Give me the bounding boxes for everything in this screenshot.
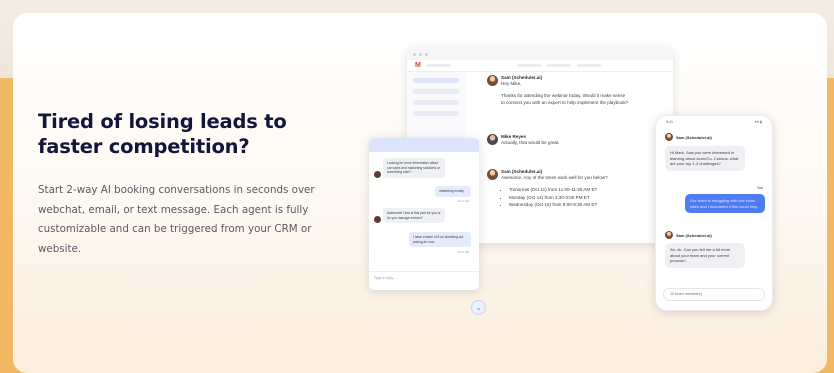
avatar bbox=[665, 231, 673, 239]
sms-preview-phone: 9:41 ●● ▮ Sam (Scheduler.ai) Hi Mark, Sa… bbox=[655, 115, 773, 311]
chat-timestamp: 10:xx AM bbox=[457, 199, 469, 203]
avatar bbox=[374, 171, 381, 178]
avatar bbox=[487, 75, 498, 86]
avatar bbox=[487, 169, 498, 180]
sms-message-input[interactable]: 10 team members| bbox=[663, 288, 765, 301]
email-toolbar: M bbox=[407, 60, 673, 72]
chat-bubble-outgoing: I have a team of 5 so checking out prici… bbox=[409, 232, 471, 248]
email-message: Sam (Scheduler.ai) Awesome. Any of the t… bbox=[487, 169, 671, 209]
phone-status-bar: 9:41 ●● ▮ bbox=[666, 120, 762, 124]
window-dot-icon bbox=[425, 52, 428, 56]
toolbar-placeholder bbox=[546, 64, 571, 67]
divider bbox=[369, 271, 479, 272]
avatar bbox=[374, 216, 381, 223]
email-line: Thanks for attending the webinar today. … bbox=[501, 93, 626, 98]
sms-sender: Sam (Scheduler.ai) bbox=[676, 135, 712, 140]
email-line: Hey Mike, bbox=[501, 81, 522, 86]
status-time: 9:41 bbox=[666, 120, 673, 124]
email-message: Sam (Scheduler.ai) Hey Mike, Thanks for … bbox=[487, 75, 671, 106]
gmail-logo-icon: M bbox=[415, 62, 421, 69]
chat-bubble-outgoing: marketing mostly bbox=[435, 186, 471, 197]
chevron-down-icon[interactable]: ⌄ bbox=[471, 300, 486, 315]
sms-bubble-incoming: Hi Mark, Saw you were interested in lear… bbox=[665, 146, 745, 171]
email-line: to connect you with an expert to help im… bbox=[501, 100, 629, 105]
window-dot-icon bbox=[413, 52, 416, 56]
email-line: Awesome. Any of the times work well for … bbox=[501, 175, 608, 180]
chat-bubble-incoming: Looking for more information about our s… bbox=[383, 158, 445, 178]
time-option: Wednesday (Oct 16) from 9:00-9:30 AM ET bbox=[509, 201, 671, 209]
avatar bbox=[665, 133, 673, 141]
email-line: Actually, that would be great. bbox=[501, 140, 560, 145]
chat-timestamp: 10:xx AM bbox=[457, 250, 469, 254]
sidebar-item bbox=[413, 89, 459, 94]
hero-headline: Tired of losing leads to faster competit… bbox=[38, 110, 287, 158]
window-dot-icon bbox=[419, 52, 422, 56]
avatar bbox=[487, 134, 498, 145]
sms-bubble-outgoing: Our team is struggling with low show rat… bbox=[685, 194, 765, 214]
email-message: Mike Reyes Actually, that would be great… bbox=[487, 134, 671, 146]
toolbar-placeholder bbox=[426, 64, 451, 67]
hero-body: Start 2-way AI booking conversations in … bbox=[38, 184, 315, 255]
sidebar-item bbox=[413, 100, 459, 105]
chat-bubble-incoming: Awesome! How is this part for you or do … bbox=[383, 208, 445, 224]
signal-battery-icon: ●● ▮ bbox=[754, 120, 762, 124]
toolbar-placeholder bbox=[516, 64, 541, 67]
sms-bubble-incoming: Ah, ok. Can you tell me a bit more about… bbox=[665, 243, 745, 268]
window-titlebar bbox=[407, 48, 673, 60]
webchat-header bbox=[369, 138, 479, 152]
sms-sender: Sam (Scheduler.ai) bbox=[676, 233, 712, 238]
time-option: Monday (Oct 14) from 2:30-3:00 PM ET bbox=[509, 194, 671, 202]
sms-you-label: You bbox=[756, 186, 763, 190]
webchat-preview: Looking for more information about our s… bbox=[369, 138, 479, 290]
sidebar-item bbox=[413, 78, 459, 83]
time-options-list: Tomorrow (Oct 11) from 11:00-11:30 AM ET… bbox=[509, 186, 671, 209]
toolbar-placeholder bbox=[576, 64, 601, 67]
time-option: Tomorrow (Oct 11) from 11:00-11:30 AM ET bbox=[509, 186, 671, 194]
sidebar-item bbox=[413, 111, 459, 116]
chat-reply-input[interactable]: Type a reply... bbox=[374, 276, 396, 280]
